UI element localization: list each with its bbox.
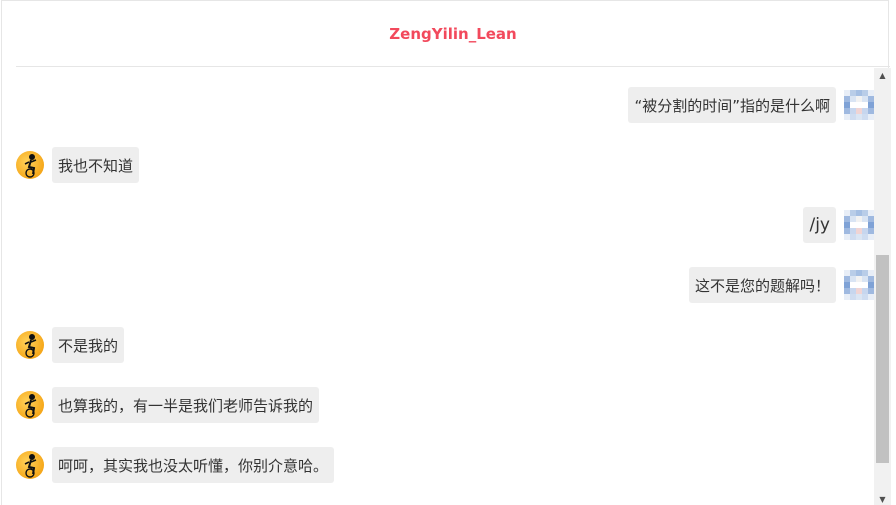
vertical-scrollbar[interactable]: ▲ ▼ bbox=[874, 68, 891, 505]
bot-avatar-icon[interactable] bbox=[16, 451, 44, 479]
message-bubble[interactable]: 也算我的，有一半是我们老师告诉我的 bbox=[52, 387, 320, 423]
chat-header: ZengYilin_Lean bbox=[16, 1, 890, 67]
message-bubble[interactable]: “被分割的时间”指的是什么啊 bbox=[628, 87, 836, 123]
bot-avatar-icon[interactable] bbox=[16, 391, 44, 419]
bot-avatar-icon[interactable] bbox=[16, 151, 44, 179]
message-bubble[interactable]: 不是我的 bbox=[52, 327, 125, 363]
message-item: /jy bbox=[803, 207, 874, 243]
message-item: 这不是您的题解吗！ bbox=[688, 267, 874, 303]
bot-avatar-icon[interactable] bbox=[16, 331, 44, 359]
message-bubble[interactable]: 我也不知道 bbox=[52, 147, 140, 183]
scroll-up-arrow-icon[interactable]: ▲ bbox=[874, 68, 891, 82]
message-bubble[interactable]: 呵呵，其实我也没太听懂，你别介意哈。 bbox=[52, 447, 335, 483]
user-avatar-icon[interactable] bbox=[844, 270, 874, 300]
message-item: 不是我的 bbox=[16, 327, 125, 363]
user-avatar-icon[interactable] bbox=[844, 90, 874, 120]
chat-title[interactable]: ZengYilin_Lean bbox=[389, 25, 516, 43]
message-bubble[interactable]: 这不是您的题解吗！ bbox=[688, 267, 836, 303]
scroll-thumb[interactable] bbox=[876, 255, 889, 463]
message-item: 我也不知道 bbox=[16, 147, 140, 183]
chat-window: ZengYilin_Lean “被分割的时间”指的是什么啊 我也不知道 /jy … bbox=[1, 0, 891, 505]
scroll-down-arrow-icon[interactable]: ▼ bbox=[874, 492, 891, 505]
message-bubble[interactable]: /jy bbox=[803, 207, 836, 243]
message-list[interactable]: “被分割的时间”指的是什么啊 我也不知道 /jy 这不是您的题解吗！ 不是我的 … bbox=[2, 68, 874, 505]
message-item: 也算我的，有一半是我们老师告诉我的 bbox=[16, 387, 320, 423]
message-item: “被分割的时间”指的是什么啊 bbox=[628, 87, 874, 123]
message-item: 呵呵，其实我也没太听懂，你别介意哈。 bbox=[16, 447, 335, 483]
user-avatar-icon[interactable] bbox=[844, 210, 874, 240]
